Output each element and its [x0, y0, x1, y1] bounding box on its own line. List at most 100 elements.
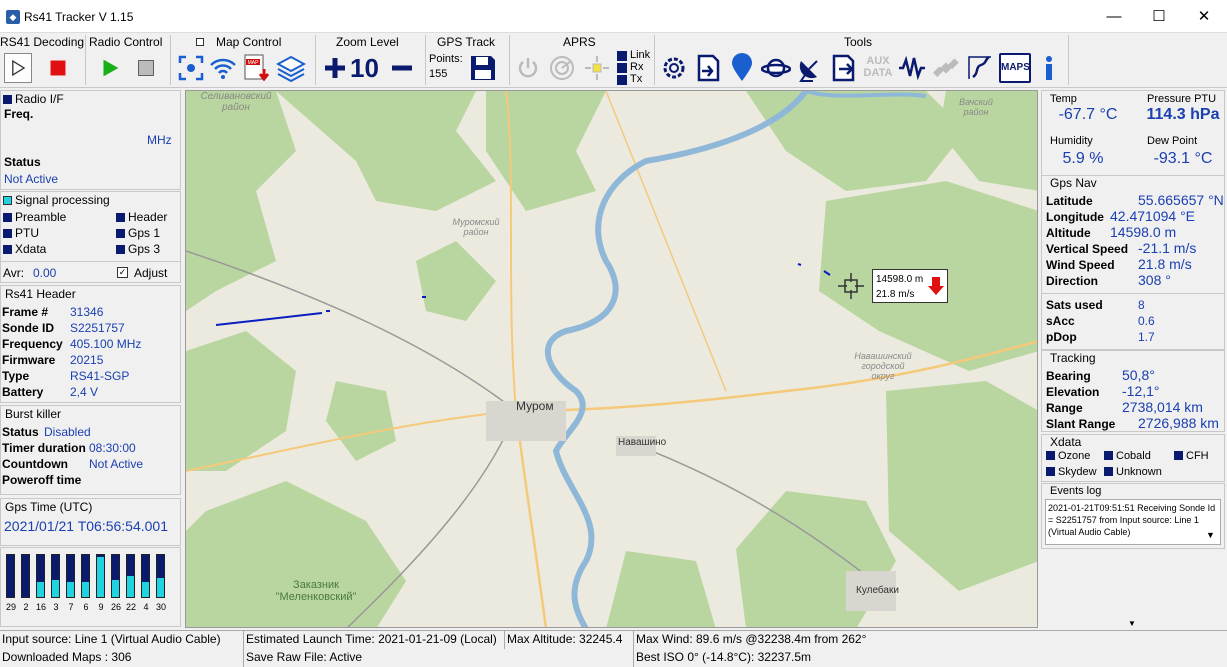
planet-button[interactable]: [761, 51, 791, 85]
satellite-signal-fill: [82, 582, 89, 597]
map-label-reserve: Заказник "Меленковский": [275, 579, 357, 603]
separator: [170, 35, 171, 85]
signal-indicator: [3, 196, 12, 205]
zoom-out-button[interactable]: [387, 51, 417, 85]
satellite-prn-label: 9: [98, 602, 104, 612]
radio-if-title: Radio I/F: [3, 92, 64, 106]
aprs-link-indicator: [617, 51, 627, 61]
aprs-rx-indicator: [617, 63, 627, 73]
location-button[interactable]: [727, 51, 757, 85]
aprs-power-button[interactable]: [513, 51, 543, 85]
map-view[interactable]: Селивановский район Муромский район Муро…: [185, 90, 1038, 628]
close-button[interactable]: ✕: [1181, 0, 1227, 33]
waveform-button[interactable]: [897, 51, 927, 85]
events-log-text[interactable]: 2021-01-21T09:51:51 Receiving Sonde Id =…: [1045, 499, 1221, 545]
import-button[interactable]: [693, 51, 723, 85]
satellite-prn-label: 29: [5, 602, 16, 612]
status-max-altitude: Max Altitude: 32245.4: [505, 631, 634, 649]
altitude-profile-icon: [968, 55, 991, 79]
header-label: Header: [128, 210, 168, 224]
center-map-button[interactable]: [176, 51, 206, 85]
app-icon: ◆: [6, 10, 20, 24]
minimize-button[interactable]: —: [1091, 0, 1137, 33]
profile-button[interactable]: [965, 51, 995, 85]
map-control-checkbox[interactable]: [196, 38, 204, 46]
satellite-signal-fill: [112, 580, 119, 597]
play-green-icon: [103, 59, 119, 77]
play-icon: [12, 59, 26, 77]
satellite-dish-button[interactable]: [795, 51, 825, 85]
scroll-down-arrow[interactable]: ▼: [1128, 619, 1136, 628]
radio-stop-button[interactable]: [132, 53, 160, 83]
latitude-value: 55.665657 °N: [1138, 192, 1224, 208]
satellite-signal-fill: [157, 578, 164, 597]
group-title-radio: Radio Control: [89, 35, 163, 49]
satellite-signal-bar: [126, 554, 135, 598]
satellite-signal-fill: [52, 580, 59, 597]
tracking-title: Tracking: [1050, 351, 1096, 365]
gps-points-value: 155: [429, 68, 448, 80]
aux-label: AUX: [866, 55, 890, 67]
xdata-title: Xdata: [1050, 435, 1082, 449]
satellite-signal-bar: [6, 554, 15, 598]
battery-label: Battery: [2, 385, 44, 399]
satellite-prn-label: 26: [110, 602, 121, 612]
firmware-label: Firmware: [2, 353, 56, 367]
maximize-button[interactable]: ☐: [1136, 0, 1182, 33]
avr-label: Avr:: [3, 266, 25, 280]
ptu-panel: Temp -67.7 °C Pressure PTU 114.3 hPa Hum…: [1041, 90, 1225, 176]
adjust-checkbox[interactable]: ✓: [117, 267, 128, 278]
aux-data-button[interactable]: AUX DATA: [863, 55, 893, 79]
timer-value: 08:30:00: [89, 441, 136, 455]
map-layers-button[interactable]: [276, 51, 306, 85]
group-title-decoding: RS41 Decoding: [0, 35, 85, 49]
sun-position-icon: [585, 56, 609, 80]
satellite-icon: [933, 58, 959, 77]
temp-value: -67.7 °C: [1058, 106, 1118, 123]
zoom-level-value: 10: [350, 53, 379, 83]
aprs-radar-button[interactable]: [547, 51, 577, 85]
separator: [509, 35, 510, 85]
export-button[interactable]: [829, 51, 859, 85]
maps-button[interactable]: MAPS: [999, 53, 1031, 83]
download-map-button[interactable]: MAP: [240, 51, 270, 85]
longitude-value: 42.471094 °E: [1110, 208, 1196, 224]
aprs-tx-indicator: [617, 75, 627, 85]
radio-start-button[interactable]: [96, 53, 124, 83]
info-button[interactable]: [1034, 51, 1064, 85]
xdata-panel: Xdata Ozone Cobald CFH Skydew Unknown: [1041, 434, 1225, 482]
document-export-icon: [832, 54, 855, 82]
altitude-label: Altitude: [1046, 226, 1091, 240]
satellite-signal-fill: [37, 582, 44, 597]
events-scroll-arrow[interactable]: ▼: [1206, 530, 1215, 540]
aprs-position-button[interactable]: [582, 51, 612, 85]
preamble-label: Preamble: [15, 210, 67, 224]
save-track-button[interactable]: [468, 51, 498, 85]
satellite-button[interactable]: [931, 51, 961, 85]
status-input-source: Input source: Line 1 (Virtual Audio Cabl…: [0, 631, 244, 649]
group-title-zoom: Zoom Level: [336, 35, 399, 49]
separator: [425, 35, 426, 85]
ptu-label: PTU: [15, 226, 39, 240]
skydew-indicator: Skydew: [1046, 466, 1097, 478]
sonde-marker-icon[interactable]: [836, 271, 866, 301]
connection-button[interactable]: [208, 51, 238, 85]
status-downloaded-maps: Downloaded Maps : 306: [0, 649, 244, 667]
tracking-panel: Tracking Bearing 50,8° Elevation -12,1° …: [1041, 350, 1225, 432]
sacc-value: 0.6: [1138, 314, 1155, 328]
bearing-label: Bearing: [1046, 369, 1091, 383]
play-decoding-button[interactable]: [4, 53, 32, 83]
map-label-selivanovsky: Селивановский район: [200, 91, 272, 113]
zoom-in-button[interactable]: [320, 51, 350, 85]
frame-value: 31346: [70, 305, 104, 319]
longitude-label: Longitude: [1046, 210, 1104, 224]
sonde-id-value: S2251757: [70, 321, 125, 335]
settings-button[interactable]: [659, 51, 689, 85]
unknown-indicator: Unknown: [1104, 466, 1162, 478]
vertical-speed-value: -21.1 m/s: [1138, 240, 1197, 256]
stop-decoding-button[interactable]: [44, 53, 72, 83]
bearing-value: 50,8°: [1122, 367, 1155, 383]
map-label-murom: Муром: [516, 399, 554, 413]
radio-if-title-text: Radio I/F: [15, 92, 64, 106]
separator: [315, 35, 316, 85]
